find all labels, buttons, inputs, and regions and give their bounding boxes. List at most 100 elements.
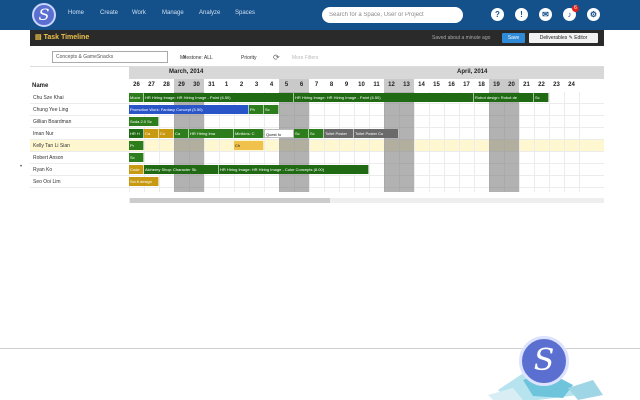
day-gridline (354, 92, 355, 192)
task-bar[interactable]: HR Hiring Image: HR Hiring Image - Paint… (294, 93, 474, 102)
day-gridline (579, 92, 580, 192)
task-bar[interactable]: HR H (129, 129, 144, 138)
row-person-name: Seo Ooi Lim (33, 179, 61, 185)
day-gridline (339, 92, 340, 192)
task-bar[interactable]: Sc (309, 129, 324, 138)
nav-work[interactable]: Work (132, 10, 146, 16)
task-bar[interactable]: Toilet Poster (324, 129, 354, 138)
task-bar[interactable]: Alchemy Shop: Character Sk (144, 165, 219, 174)
day-header-cell: 31 (208, 82, 215, 88)
day-gridline (444, 92, 445, 192)
task-bar[interactable]: HR Hiring Ima (189, 129, 234, 138)
brand-logo-large: S (519, 336, 569, 386)
task-bar[interactable]: Pr (129, 141, 144, 150)
day-gridline (519, 92, 520, 192)
priority-filter[interactable]: Priority (241, 55, 257, 61)
day-gridline (414, 92, 415, 192)
nav-create[interactable]: Create (100, 10, 118, 16)
row-person-name: Iman Nur (33, 131, 54, 137)
task-bar[interactable]: Robot design: Robot de (474, 93, 534, 102)
day-gridline (459, 92, 460, 192)
app-logo[interactable]: S (32, 3, 56, 27)
weekend-column-shade (384, 92, 399, 192)
task-bar[interactable]: HR Hiring Image: HR Hiring Image - Paint… (144, 93, 294, 102)
day-gridline (429, 92, 430, 192)
save-button[interactable]: Save (502, 33, 525, 43)
task-bar[interactable]: Sci-fi design (129, 177, 159, 186)
day-gridline (369, 92, 370, 192)
row-person-name: Kelly Tan Li Sian (33, 143, 70, 149)
task-bar[interactable]: Ca (144, 129, 159, 138)
task-timeline-panel: ▤ Task Timeline Saved about a minute ago… (30, 30, 604, 205)
panel-toolbar: ▤ Task Timeline Saved about a minute ago… (30, 30, 604, 46)
task-bar[interactable]: Minikins: C (234, 129, 264, 138)
task-bar[interactable]: Ch (234, 141, 264, 150)
timeline-header: March, 2014 April, 2014 Name 26 27 28 29 30 3… (30, 67, 604, 92)
row-person-name: Chung Yee Ling (33, 107, 69, 113)
settings-icon[interactable]: ⚙ (587, 8, 600, 21)
view-toggle-button[interactable]: Deliverables ✎ Editor (529, 33, 598, 43)
task-bar[interactable]: Toilet Poster Co (354, 129, 399, 138)
day-header-cell: 27 (148, 82, 155, 88)
day-header-cell: 1 (224, 82, 229, 88)
nav-manage[interactable]: Manage (162, 10, 184, 16)
day-gridline (564, 92, 565, 192)
name-column-header: Name (32, 83, 49, 89)
day-header-cell: 19 (489, 79, 504, 92)
task-bar[interactable]: Quest fo (264, 129, 294, 138)
day-header-cell: 30 (189, 79, 204, 92)
weekend-column-shade (279, 92, 294, 192)
filter-bar: Concepts & GameSnacks × Milestone: ALL P… (30, 46, 604, 67)
task-bar[interactable]: Promotion Work: Fantasy Concept (5.50) (129, 105, 249, 114)
task-bar[interactable]: Soda 2.0 Sc (129, 117, 159, 126)
day-header-cell: 17 (463, 82, 470, 88)
milestone-filter[interactable]: Milestone: ALL (180, 55, 213, 61)
scrollbar-thumb[interactable] (130, 198, 330, 203)
day-gridline (309, 92, 310, 192)
mail-icon[interactable]: ✉ (539, 8, 552, 21)
day-header-cell: 18 (478, 82, 485, 88)
day-header-cell: 5 (279, 79, 294, 92)
month-label-march: March, 2014 (169, 69, 204, 75)
task-bar[interactable]: Sc (264, 105, 279, 114)
more-filters-link[interactable]: More Filters (292, 55, 318, 61)
panel-title: ▤ Task Timeline (35, 34, 90, 41)
month-label-april: April, 2014 (457, 69, 488, 75)
info-icon[interactable]: ! (515, 8, 528, 21)
day-header-cell: 2 (239, 82, 244, 88)
day-header-cell: 7 (314, 82, 319, 88)
weekend-column-shade (489, 92, 504, 192)
day-gridline (534, 92, 535, 192)
task-bar[interactable]: Ph (249, 105, 264, 114)
task-bar[interactable]: Moon (129, 93, 144, 102)
row-person-name: Ryan Ko (33, 167, 53, 173)
day-header-cell: 14 (418, 82, 425, 88)
day-header-cell: 6 (294, 79, 309, 92)
task-bar[interactable]: Code (129, 165, 144, 174)
row-person-name: Gillian Boardman (33, 119, 72, 125)
help-icon[interactable]: ? (491, 8, 504, 21)
panel-title-text: Task Timeline (43, 34, 90, 41)
nav-analyze[interactable]: Analyze (199, 10, 220, 16)
day-header-cell: 4 (269, 82, 274, 88)
task-bar[interactable]: Ca (174, 129, 189, 138)
nav-spaces[interactable]: Spaces (235, 10, 255, 16)
day-header-cell: 15 (433, 82, 440, 88)
day-header-cell: 13 (399, 79, 414, 92)
task-bar[interactable]: Sc (294, 129, 309, 138)
task-bar[interactable]: Sc (129, 153, 144, 162)
task-bar[interactable]: HR Hiring Image: HR Hiring Image - Color… (219, 165, 369, 174)
task-bar[interactable]: Co (159, 129, 174, 138)
search-input[interactable] (322, 7, 463, 23)
saved-status: Saved about a minute ago (432, 35, 491, 41)
nav-home[interactable]: Home (68, 10, 84, 16)
project-filter-input[interactable]: Concepts & GameSnacks × (52, 51, 187, 63)
refresh-icon[interactable]: ⟳ (273, 53, 280, 62)
day-header-cell: 16 (448, 82, 455, 88)
day-header-cell: 12 (384, 79, 399, 92)
task-bar[interactable]: Sc (534, 93, 549, 102)
month-bar: March, 2014 April, 2014 (129, 67, 604, 79)
day-header-cell: 28 (163, 82, 170, 88)
day-header-cell: 24 (568, 82, 575, 88)
day-header-cell: 22 (538, 82, 545, 88)
